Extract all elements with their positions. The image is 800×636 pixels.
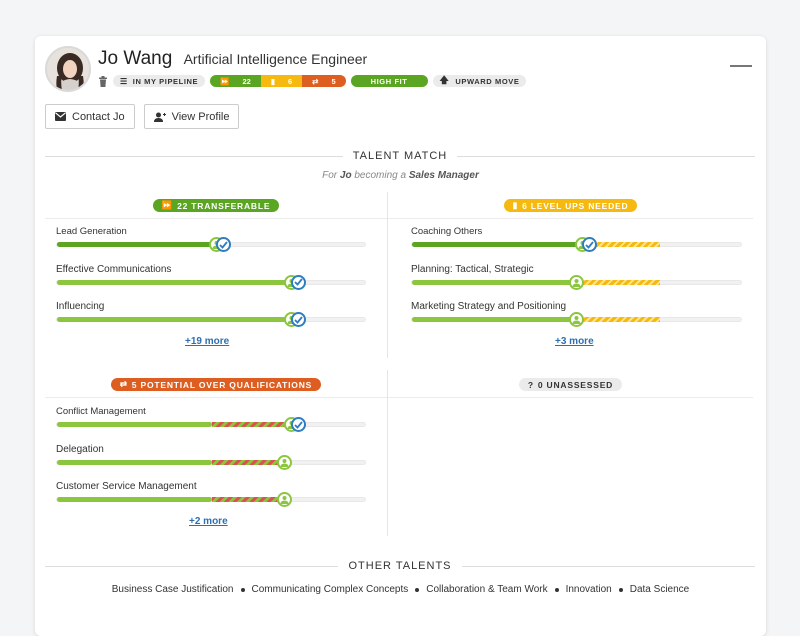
skill-label: Delegation [56,443,104,455]
swap-icon: ⇄ [312,76,319,86]
level-up-gap [577,317,661,322]
skill-bar [56,317,366,322]
talent-match-heading: TALENT MATCH [45,150,756,162]
check-icon[interactable] [290,312,306,327]
separator-dot [618,587,623,592]
skill-bar-fill [57,242,219,247]
match-counts-badge: ⏩ 22 ▮ 6 ⇄ 5 [210,75,346,87]
quadrant-divider [387,192,388,358]
skill-label: Influencing [56,301,105,312]
skill-label: Conflict Management [56,406,146,417]
level-ups-badge[interactable]: ▮ 6 LEVEL UPS NEEDED [503,199,638,212]
envelope-icon [55,112,66,121]
skill-bar-fill [57,317,293,322]
skill-bar-fill [412,317,578,322]
other-talent-item[interactable]: Data Science [630,584,689,595]
view-profile-button[interactable]: View Profile [143,104,240,129]
other-talents-heading: OTHER TALENTS [45,560,755,572]
current-level-marker[interactable] [568,274,584,290]
separator-dot [240,587,245,592]
divider [388,397,753,398]
check-icon[interactable] [290,417,306,432]
current-level-marker[interactable] [568,312,584,327]
separator-dot [415,587,420,592]
level-ups-header: ▮ 6 LEVEL UPS NEEDED [388,199,753,212]
unassessed-badge[interactable]: ? 0 UNASSESSED [518,378,623,391]
status-badges: ☰ IN MY PIPELINE ⏩ 22 ▮ 6 ⇄ 5 HIGH FIT 🡅 UP… [98,75,527,87]
other-talents-list: Business Case Justification Communicating… [35,584,766,595]
skill-bar-fill [57,497,212,502]
skill-bar-fill [57,279,293,285]
avatar[interactable] [45,46,91,92]
arrow-up-icon: 🡅 [439,75,450,85]
over-qual-gap [212,459,287,465]
skill-label: Effective Communications [56,263,172,275]
contact-button[interactable]: Contact Jo [45,104,135,129]
other-talent-item[interactable]: Business Case Justification [112,584,234,595]
quadrant-divider [387,370,388,536]
transferable-badge[interactable]: ⏩ 22 TRANSFERABLE [152,199,280,212]
skill-label: Coaching Others [411,226,483,237]
divider [45,218,387,219]
skill-bar-fill [57,459,212,465]
minimize-icon[interactable] [730,65,752,67]
move-badge: 🡅 UPWARD MOVE [432,75,527,87]
talent-card: Jo Wang Artificial Intelligence Engineer… [35,36,766,636]
question-icon: ? [527,379,534,390]
other-talent-item[interactable]: Collaboration & Team Work [426,584,547,595]
level-up-gap [577,279,661,285]
check-icon[interactable] [582,237,598,252]
current-level-marker[interactable] [277,454,293,470]
skill-bar-fill [412,279,578,285]
skill-bar [56,497,366,502]
transferable-header: ⏩ 22 TRANSFERABLE [45,199,387,212]
other-talent-item[interactable]: Communicating Complex Concepts [252,584,409,595]
forward-icon: ⏩ [161,200,174,210]
fit-badge: HIGH FIT [350,75,428,87]
bookmark-icon: ▮ [270,76,275,86]
action-buttons: Contact Jo View Profile [45,104,240,129]
skill-label: Marketing Strategy and Positioning [411,301,567,312]
unassessed-header: ? 0 UNASSESSED [388,378,753,391]
over-quals-badge[interactable]: ⇄ 5 POTENTIAL OVER QUALIFICATIONS [110,378,322,391]
candidate-name: Jo Wang [98,48,173,69]
separator-dot [554,587,559,592]
skill-bar [56,459,366,465]
bookmark-icon: ▮ [512,200,519,210]
skill-label: Lead Generation [56,226,127,237]
user-icon [153,112,166,122]
other-talent-item[interactable]: Innovation [566,584,612,595]
more-transferable-link[interactable]: +19 more [185,336,229,347]
check-icon[interactable] [216,237,232,252]
current-level-marker[interactable] [277,492,293,507]
check-icon[interactable] [290,274,306,290]
more-level-ups-link[interactable]: +3 more [555,336,594,347]
skill-bar-fill [412,242,585,247]
over-quals-header: ⇄ 5 POTENTIAL OVER QUALIFICATIONS [45,378,387,391]
candidate-role: Artificial Intelligence Engineer [183,51,368,67]
pipeline-badge[interactable]: ☰ IN MY PIPELINE [113,75,206,87]
candidate-name-row: Jo Wang Artificial Intelligence Engineer [98,48,367,70]
divider [388,218,753,219]
swap-icon: ⇄ [119,379,128,389]
over-qual-gap [212,497,287,502]
list-icon: ☰ [120,76,128,86]
skill-label: Customer Service Management [56,481,197,492]
skill-bar [56,422,366,427]
skill-label: Planning: Tactical, Strategic [411,263,534,275]
over-qual-gap [212,422,293,427]
divider [45,397,387,398]
forward-icon: ⏩ [220,76,230,86]
talent-match-subtitle: For Jo becoming a Sales Manager [322,170,479,181]
skill-bar-fill [57,422,212,427]
trash-icon[interactable] [98,75,108,87]
more-over-quals-link[interactable]: +2 more [189,516,228,527]
skill-bar [56,279,366,285]
